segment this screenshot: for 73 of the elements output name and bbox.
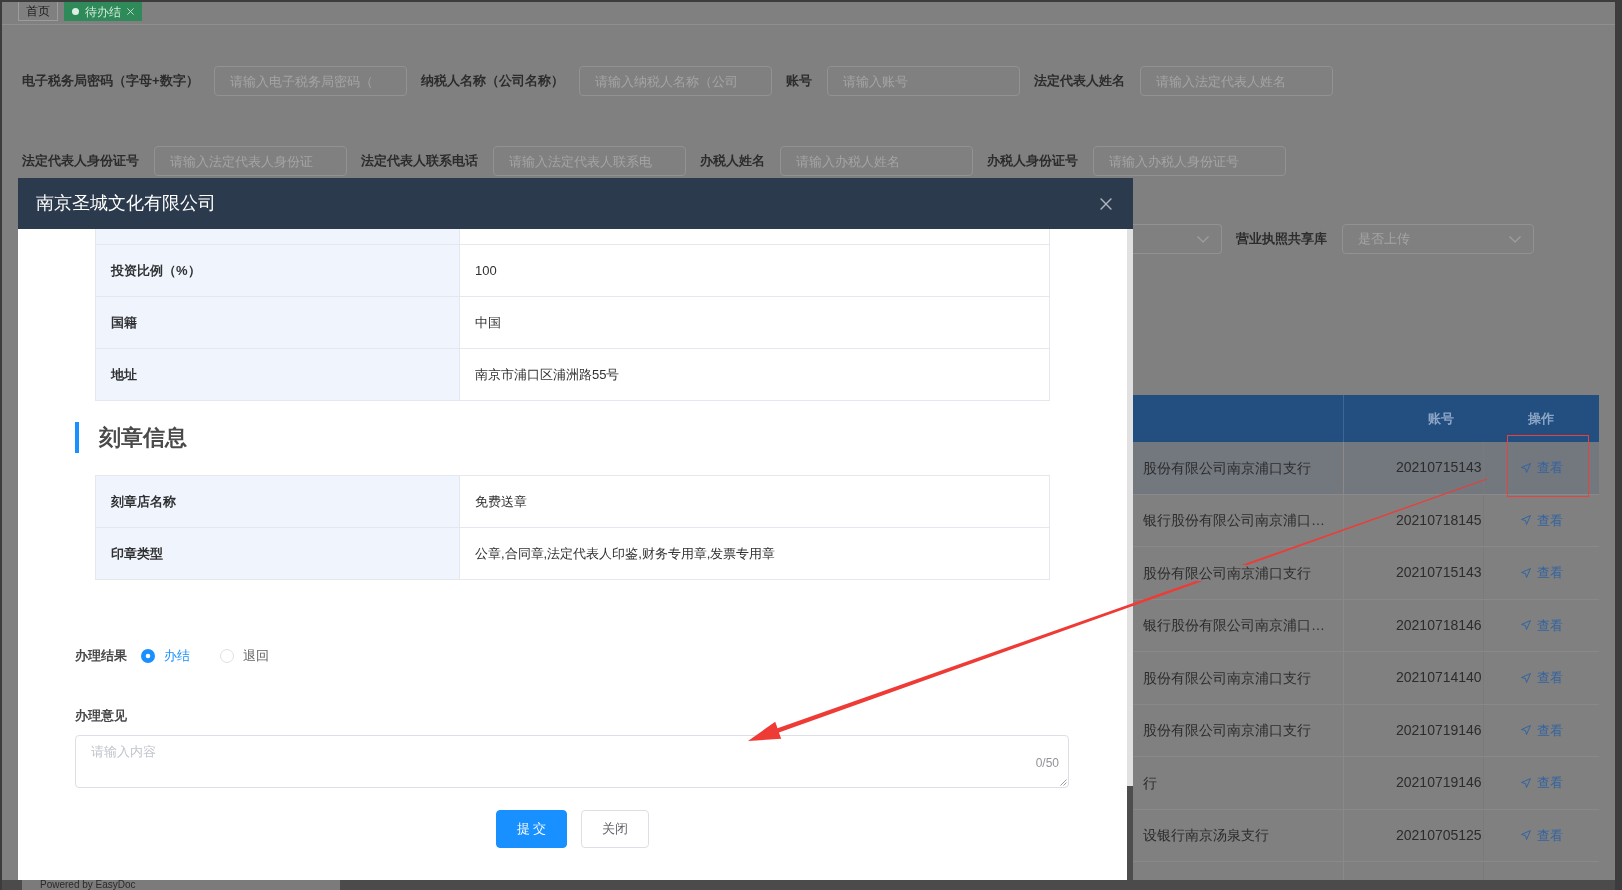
view-link[interactable]: 查看 — [1520, 510, 1563, 530]
send-icon — [1520, 567, 1531, 578]
tab[interactable]: 待办结 — [64, 2, 142, 21]
table-cell: 地址 — [96, 349, 460, 400]
table-cell-text: 公章,合同章,法定代表人印鉴,财务专用章,发票专用章 — [474, 544, 777, 563]
table-cell: 印章类型 — [96, 528, 460, 579]
view-link[interactable]: 查看 — [1520, 458, 1563, 478]
table-cell-text: 20210715143 — [1395, 563, 1483, 583]
field-label: 纳税人名称（公司名称） — [420, 72, 564, 91]
table-cell: 股份有限公司南京浦口支行 — [1143, 669, 1311, 686]
close-button[interactable]: 关闭 — [581, 810, 649, 848]
table-cell: 国籍 — [96, 297, 460, 348]
radio-option[interactable]: 办结 — [141, 646, 190, 666]
resize-handle-icon[interactable] — [1060, 779, 1067, 786]
radio-icon[interactable] — [220, 649, 234, 663]
column-header: 操作 — [1527, 409, 1555, 428]
table-cell: 银行股份有限公司南京浦口… — [1143, 512, 1325, 529]
view-link[interactable]: 查看 — [1520, 720, 1563, 740]
radio-icon[interactable] — [141, 649, 155, 663]
table-cell: 设银行南京汤泉支行 — [1143, 827, 1269, 844]
dialog-title: 南京圣城文化有限公司 — [36, 192, 216, 215]
chevron-down-icon — [1509, 235, 1521, 243]
table-cell-text: 20210715143 — [1395, 458, 1483, 478]
table-cell-text: 20210718146 — [1395, 615, 1483, 635]
column-header: 账号 — [1427, 409, 1455, 428]
table-cell: 银行股份有限公司南京浦口… — [1143, 617, 1325, 634]
table-cell-text: 20210718145 — [1395, 510, 1483, 530]
table-cell-text: 20210714140 — [1395, 668, 1483, 688]
radio-option[interactable]: 退回 — [220, 646, 269, 666]
field-label: 账号 — [785, 72, 812, 91]
field-label: 电子税务局密码（字母+数字） — [22, 72, 199, 91]
table-cell: 投资比例（%） — [96, 245, 460, 296]
view-link[interactable]: 查看 — [1520, 773, 1563, 793]
table-cell-text: 20210719146 — [1395, 720, 1483, 740]
field-label: 办理意见 — [75, 707, 127, 726]
table-cell: 股份有限公司南京浦口支行 — [1143, 564, 1311, 581]
view-link[interactable]: 查看 — [1520, 668, 1563, 688]
table-cell-text: 20210705125 — [1395, 825, 1483, 845]
table-cell-text: 100 — [474, 261, 498, 280]
field-label: 法定代表人联系电话 — [361, 152, 478, 171]
tab[interactable]: 首页 — [18, 2, 58, 21]
send-icon — [1520, 515, 1531, 526]
table-cell: 刻章店名称 — [96, 476, 460, 527]
send-icon — [1520, 777, 1531, 788]
table-cell: 股份有限公司南京浦口支行 — [1143, 459, 1311, 476]
footer-text: Powered by EasyDoc — [40, 880, 136, 890]
field-label: 办理结果 — [75, 647, 127, 666]
dot-icon — [72, 8, 79, 15]
send-icon — [1520, 830, 1531, 841]
field-label: 营业执照共享库 — [1236, 230, 1327, 249]
table-cell: 行 — [1143, 774, 1157, 791]
char-counter: 0/50 — [1035, 756, 1059, 770]
view-link[interactable]: 查看 — [1520, 563, 1563, 583]
field-label: 法定代表人姓名 — [1033, 72, 1125, 91]
send-icon — [1520, 672, 1531, 683]
table-cell-text: 20210719146 — [1395, 773, 1483, 793]
chevron-down-icon — [1197, 235, 1209, 243]
field-label: 办税人身份证号 — [987, 152, 1078, 171]
send-icon — [1520, 620, 1531, 631]
send-icon — [1520, 725, 1531, 736]
submit-button[interactable]: 提 交 — [496, 810, 567, 848]
view-link[interactable]: 查看 — [1520, 825, 1563, 845]
table-cell-text: 南京市浦口区浦洲路55号 — [474, 365, 621, 384]
close-icon[interactable] — [1100, 197, 1112, 210]
field-label: 办税人姓名 — [700, 152, 765, 171]
field-label: 法定代表人身份证号 — [22, 152, 139, 171]
send-icon — [1520, 462, 1531, 473]
view-link[interactable]: 查看 — [1520, 615, 1563, 635]
section-title: 刻章信息 — [75, 422, 187, 453]
table-cell: 股份有限公司南京浦口支行 — [1143, 722, 1311, 739]
scrollbar-thumb[interactable] — [1127, 786, 1133, 880]
table-cell-text: 免费送章 — [474, 492, 528, 511]
table-cell-text: 中国 — [474, 313, 502, 332]
